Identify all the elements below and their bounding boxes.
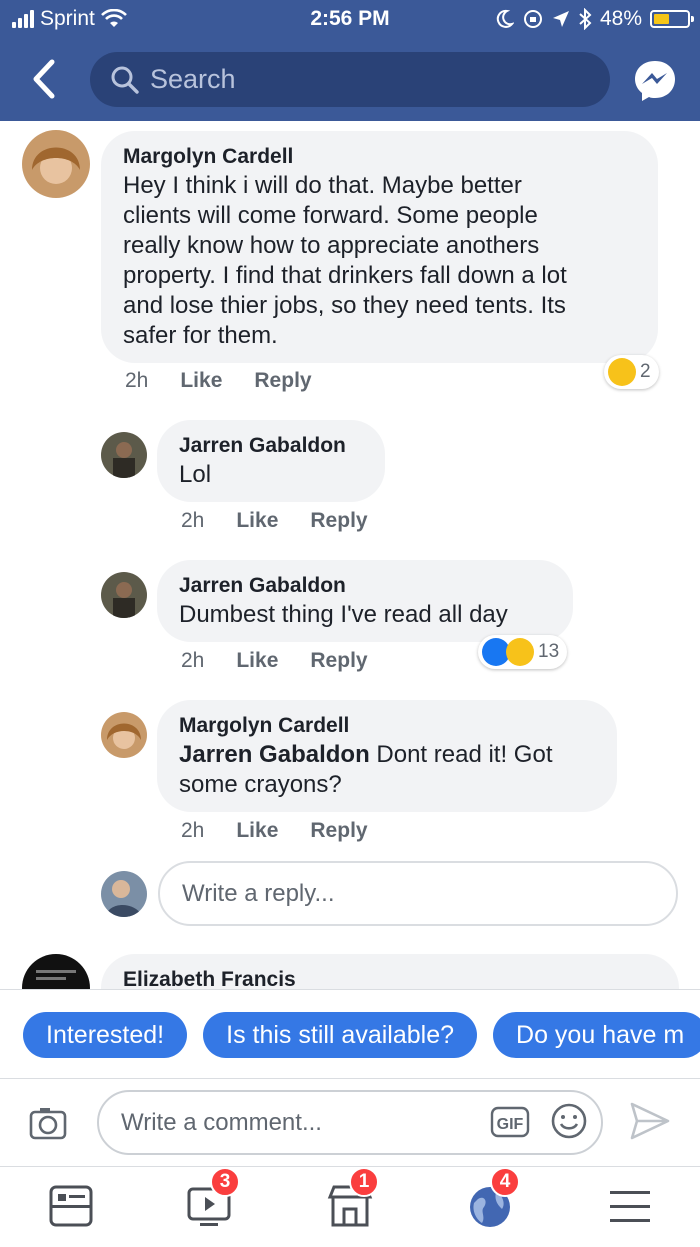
notification-badge: 1	[349, 1167, 379, 1197]
like-link[interactable]: Like	[236, 819, 278, 843]
like-link[interactable]: Like	[236, 649, 278, 673]
comment-time: 2h	[181, 819, 205, 842]
tab-video[interactable]: 3	[186, 1167, 240, 1231]
comment-composer: Write a comment...	[0, 1078, 700, 1166]
comment-author[interactable]: Jarren Gabaldon	[179, 434, 363, 458]
tab-news-feed[interactable]	[46, 1181, 96, 1231]
battery-percent: 48%	[599, 7, 642, 30]
hamburger-menu-icon	[610, 1191, 650, 1222]
reply-link[interactable]: Reply	[254, 369, 311, 393]
avatar[interactable]	[101, 572, 147, 618]
status-bar: Sprint 2:56 PM 48%	[0, 0, 700, 40]
comment-time: 2h	[181, 649, 205, 672]
battery-icon	[650, 10, 694, 28]
comment-text-line: some crayons?	[179, 771, 342, 798]
comment-text-fragment: Dont read it! Got	[369, 741, 553, 768]
rotation-lock-icon	[523, 10, 542, 28]
comment-bubble[interactable]: Jarren Gabaldon Dumbest thing I've read …	[157, 560, 573, 642]
quick-reply-chip[interactable]: Interested!	[23, 1012, 188, 1058]
reaction-count: 2	[640, 361, 651, 382]
moon-icon	[496, 9, 514, 28]
avatar[interactable]	[101, 712, 147, 758]
reply-input[interactable]: Write a reply...	[158, 861, 678, 926]
top-bar: Sprint 2:56 PM 48% Search	[0, 0, 700, 121]
quick-reply-chip[interactable]: Is this still available?	[203, 1012, 478, 1058]
comment-text: Jarren Gabaldon Dont read it! Got some c…	[179, 740, 595, 800]
quick-replies-row: Interested! Is this still available? Do …	[23, 1012, 700, 1058]
comment-text: Lol	[179, 461, 212, 488]
emoji-picker-icon[interactable]	[550, 1102, 588, 1140]
bluetooth-icon	[579, 8, 592, 30]
comment-text: Hey I think i will do that. Maybe better…	[123, 171, 636, 351]
comment-text: Dumbest thing I've read all day	[179, 601, 508, 628]
messenger-icon[interactable]	[632, 58, 678, 104]
mention-link[interactable]: Jarren Gabaldon	[179, 741, 370, 768]
reply-link[interactable]: Reply	[310, 509, 367, 533]
tab-notifications[interactable]: 4	[466, 1167, 520, 1231]
camera-icon[interactable]	[28, 1103, 68, 1143]
reply-placeholder: Write a reply...	[182, 879, 335, 907]
comment-text-line: clients will come forward. Some people	[123, 202, 538, 229]
comment-bubble[interactable]: Margolyn Cardell Hey I think i will do t…	[101, 131, 658, 363]
comment-actions: 2h Like Reply	[181, 509, 368, 533]
comment-time: 2h	[181, 509, 205, 532]
notification-badge: 3	[210, 1167, 240, 1197]
comment-author[interactable]: Margolyn Cardell	[179, 714, 595, 738]
comment-text-line: property. I find that drinkers fall down…	[123, 262, 567, 289]
comment-actions: 2h Like Reply	[181, 649, 368, 673]
quick-replies-bar: Interested! Is this still available? Do …	[0, 989, 700, 1078]
send-icon[interactable]	[628, 1100, 672, 1142]
tab-menu[interactable]	[606, 1181, 656, 1231]
gif-label: GIF	[497, 1116, 524, 1133]
notification-badge: 4	[490, 1167, 520, 1197]
back-chevron-icon[interactable]	[22, 56, 68, 102]
tab-bar: 3 1 4	[0, 1166, 700, 1247]
comment-placeholder: Write a comment...	[121, 1108, 322, 1136]
haha-emoji-icon	[506, 638, 534, 666]
search-icon	[111, 66, 139, 94]
reaction-summary[interactable]: 2	[604, 355, 659, 389]
search-placeholder: Search	[150, 64, 236, 94]
reaction-count: 13	[538, 641, 560, 662]
reaction-summary[interactable]: 13	[478, 635, 568, 669]
comment-actions: 2h Like Reply	[125, 369, 312, 393]
comment-bubble[interactable]: Jarren Gabaldon Lol	[157, 420, 385, 502]
comment-author[interactable]: Margolyn Cardell	[123, 145, 636, 169]
comment-text-line: safer for them.	[123, 322, 278, 349]
battery-fill	[654, 14, 669, 24]
tab-marketplace[interactable]: 1	[325, 1167, 379, 1231]
nav-bar: Search	[0, 40, 700, 121]
comment-text-line: and lose thier jobs, so they need tents.…	[123, 292, 566, 319]
reply-link[interactable]: Reply	[310, 819, 367, 843]
comment-bubble[interactable]: Margolyn Cardell Jarren Gabaldon Dont re…	[157, 700, 617, 812]
location-icon	[552, 11, 569, 27]
comment-actions: 2h Like Reply	[181, 819, 368, 843]
news-feed-icon	[49, 1185, 93, 1227]
avatar[interactable]	[101, 432, 147, 478]
search-input[interactable]: Search	[90, 52, 610, 107]
comment-text-line: Hey I think i will do that. Maybe better	[123, 172, 522, 199]
comment-author[interactable]: Jarren Gabaldon	[179, 574, 551, 598]
comment-time: 2h	[125, 369, 149, 392]
status-right-group: 48%	[496, 7, 694, 31]
gif-icon[interactable]: GIF	[490, 1106, 530, 1138]
user-avatar	[101, 871, 147, 917]
haha-emoji-icon	[608, 358, 636, 386]
like-link[interactable]: Like	[180, 369, 222, 393]
quick-reply-chip[interactable]: Do you have m	[493, 1012, 700, 1058]
like-link[interactable]: Like	[236, 509, 278, 533]
comment-text-line: really know how to appreciate anothers	[123, 232, 540, 259]
avatar[interactable]	[22, 130, 90, 198]
reply-link[interactable]: Reply	[310, 649, 367, 673]
